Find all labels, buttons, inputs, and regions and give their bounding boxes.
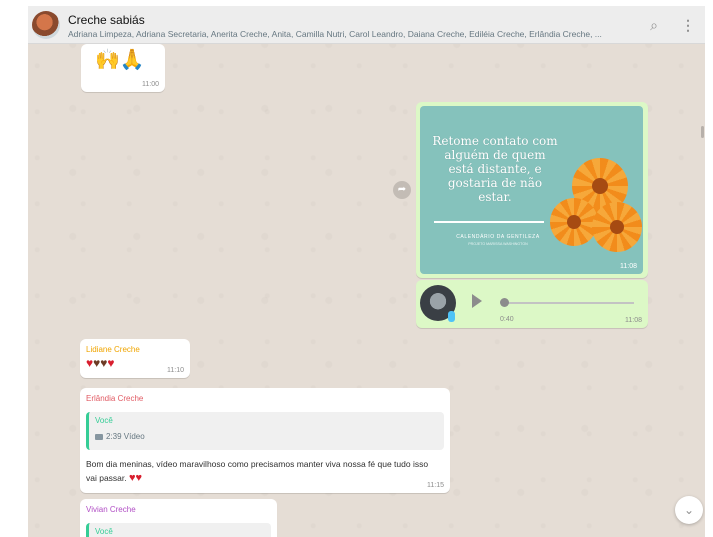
message-time: 11:08 bbox=[620, 263, 637, 270]
audio-duration: 0:40 bbox=[500, 316, 514, 323]
play-icon[interactable] bbox=[472, 294, 482, 308]
sender-name[interactable]: Lidiane Creche bbox=[86, 345, 140, 354]
message-time: 11:15 bbox=[427, 482, 444, 489]
reply-message[interactable]: Vivian Creche Você bbox=[80, 499, 277, 537]
message-image[interactable]: Retome contato com alguém de quem está d… bbox=[420, 106, 643, 274]
chat-header[interactable]: Creche sabiás Adriana Limpeza, Adriana S… bbox=[28, 6, 705, 44]
hearts-message[interactable]: Lidiane Creche ♥♥♥♥ 11:10 bbox=[80, 339, 190, 378]
search-icon[interactable]: ⌕ bbox=[644, 15, 664, 35]
hearts-emoji: ♥♥ bbox=[129, 472, 143, 484]
scroll-down-button[interactable]: ⌄ bbox=[675, 496, 703, 524]
reply-message[interactable]: Erlândia Creche Você 2:39 Vídeo Bom dia … bbox=[80, 388, 450, 493]
quote-author: Você bbox=[95, 527, 113, 536]
message-text: Bom dia meninas, vídeo maravilhoso como … bbox=[86, 457, 436, 485]
sender-name[interactable]: Erlândia Creche bbox=[86, 394, 143, 403]
scrollbar-thumb[interactable] bbox=[701, 126, 704, 138]
microphone-icon bbox=[448, 311, 455, 322]
quote-author: Você bbox=[95, 416, 113, 425]
flower-image bbox=[592, 202, 642, 252]
menu-icon[interactable]: ⋮ bbox=[678, 15, 698, 35]
quoted-message[interactable]: Você 2:39 Vídeo bbox=[86, 412, 444, 450]
quote-video-text: 2:39 Vídeo bbox=[106, 432, 145, 441]
flower-image bbox=[550, 198, 598, 246]
audio-progress-track[interactable] bbox=[502, 302, 634, 304]
audio-progress-knob[interactable] bbox=[500, 298, 509, 307]
sticker-message[interactable]: 🙌🙏 11:00 bbox=[81, 44, 165, 92]
message-time: 11:00 bbox=[142, 81, 159, 88]
image-quote-text: Retome contato com alguém de quem está d… bbox=[432, 134, 558, 204]
sender-name[interactable]: Vivian Creche bbox=[86, 505, 136, 514]
forward-icon[interactable]: ➦ bbox=[393, 181, 411, 199]
video-icon bbox=[95, 433, 103, 440]
chat-members: Adriana Limpeza, Adriana Secretaria, Ane… bbox=[68, 29, 602, 39]
quote-video-label: 2:39 Vídeo bbox=[95, 432, 145, 441]
message-time: 11:10 bbox=[167, 367, 184, 374]
sticker: 🙌🙏 bbox=[95, 49, 145, 71]
image-divider bbox=[434, 221, 544, 223]
audio-message[interactable]: 0:40 11:08 bbox=[416, 280, 648, 328]
chat-window: Creche sabiás Adriana Limpeza, Adriana S… bbox=[28, 6, 705, 537]
quoted-message[interactable]: Você bbox=[86, 523, 271, 537]
image-caption: CALENDÁRIO DA GENTILEZA bbox=[456, 234, 540, 240]
image-message[interactable]: Retome contato com alguém de quem está d… bbox=[416, 102, 648, 278]
group-avatar[interactable] bbox=[32, 11, 60, 39]
image-caption-sub: PROJETO MARISSA WASHINGTON bbox=[468, 242, 528, 246]
message-time: 11:08 bbox=[625, 317, 642, 324]
hearts-emoji: ♥♥♥♥ bbox=[86, 356, 115, 370]
chat-title[interactable]: Creche sabiás bbox=[68, 13, 145, 27]
